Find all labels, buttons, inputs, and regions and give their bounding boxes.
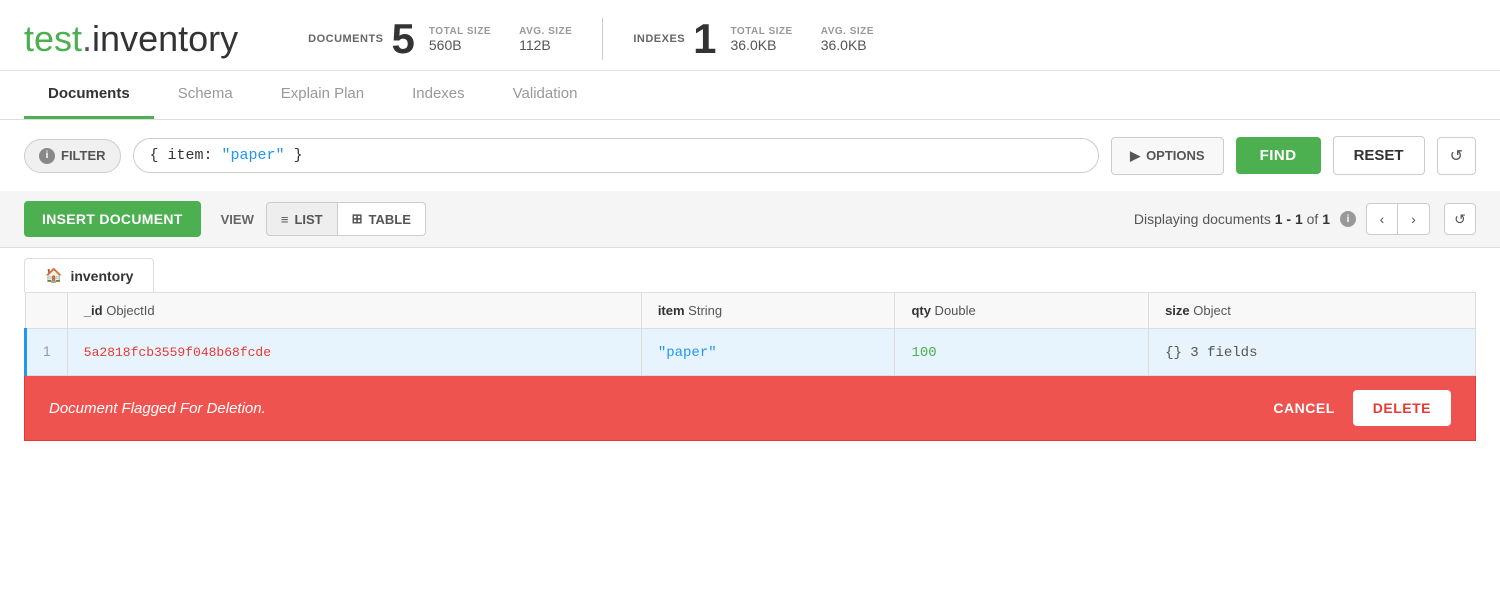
indexes-avg-size-value: 36.0KB — [821, 37, 867, 53]
indexes-total-size-stat: TOTAL SIZE 36.0KB — [730, 26, 792, 53]
indexes-avg-size-label: AVG. SIZE — [821, 26, 874, 37]
cell-size: {} 3 fields — [1149, 329, 1476, 376]
qty-value: 100 — [911, 345, 936, 361]
documents-label: DOCUMENTS — [308, 33, 383, 45]
tab-schema[interactable]: Schema — [154, 71, 257, 119]
stats-group: DOCUMENTS 5 TOTAL SIZE 560B AVG. SIZE 11… — [278, 18, 904, 60]
reload-button[interactable]: ↺ — [1444, 203, 1476, 235]
item-value: "paper" — [658, 345, 717, 361]
indexes-total-size-label: TOTAL SIZE — [730, 26, 792, 37]
confirm-delete-button[interactable]: DELETE — [1353, 390, 1451, 426]
filter-toolbar: i FILTER { item: "paper" } ▶ OPTIONS FIN… — [0, 120, 1500, 191]
list-icon: ≡ — [281, 212, 289, 227]
documents-count: 5 — [392, 18, 415, 60]
prev-page-button[interactable]: ‹ — [1366, 203, 1398, 235]
document-area: 🏠 inventory _id ObjectId item String qty… — [0, 248, 1500, 441]
displaying-text: Displaying documents 1 - 1 of 1 — [1134, 211, 1330, 227]
collection-tab: 🏠 inventory — [24, 258, 154, 292]
action-bar: INSERT DOCUMENT VIEW ≡ LIST ⊞ TABLE Disp… — [0, 191, 1500, 248]
tab-documents[interactable]: Documents — [24, 71, 154, 119]
history-button[interactable]: ↺ — [1437, 137, 1476, 175]
tabs-bar: Documents Schema Explain Plan Indexes Va… — [0, 71, 1500, 120]
cell-id: 5a2818fcb3559f048b68fcde — [67, 329, 641, 376]
table-header-row: _id ObjectId item String qty Double size… — [26, 293, 1476, 329]
pagination-info-icon: i — [1340, 211, 1356, 227]
tab-indexes[interactable]: Indexes — [388, 71, 489, 119]
cancel-delete-button[interactable]: CANCEL — [1255, 392, 1352, 424]
avg-size-label: AVG. SIZE — [519, 26, 572, 37]
documents-sub-pair: TOTAL SIZE 560B AVG. SIZE 112B — [429, 26, 572, 53]
pagination-info: Displaying documents 1 - 1 of 1 i ‹ › ↺ — [1134, 203, 1476, 235]
indexes-sub-pair: TOTAL SIZE 36.0KB AVG. SIZE 36.0KB — [730, 26, 873, 53]
options-label: OPTIONS — [1146, 148, 1205, 163]
find-button[interactable]: FIND — [1236, 137, 1321, 174]
deletion-banner: Document Flagged For Deletion. CANCEL DE… — [24, 376, 1476, 441]
filter-string-value: "paper" — [222, 147, 285, 164]
total-size-label: TOTAL SIZE — [429, 26, 491, 37]
documents-sub-stats: TOTAL SIZE 560B AVG. SIZE 112B — [429, 26, 572, 53]
avg-size-stat: AVG. SIZE 112B — [519, 26, 572, 53]
title-dot: . — [82, 18, 92, 59]
indexes-stat: INDEXES 1 TOTAL SIZE 36.0KB AVG. SIZE 36… — [602, 18, 904, 60]
collection-title: test.inventory — [24, 18, 238, 60]
collection-tab-label: inventory — [70, 268, 133, 284]
filter-bar[interactable]: { item: "paper" } — [133, 138, 1100, 173]
indexes-sub-stats: TOTAL SIZE 36.0KB AVG. SIZE 36.0KB — [730, 26, 873, 53]
filter-info-icon: i — [39, 148, 55, 164]
table-icon: ⊞ — [352, 211, 363, 227]
data-table: _id ObjectId item String qty Double size… — [24, 292, 1476, 376]
header: test.inventory DOCUMENTS 5 TOTAL SIZE 56… — [0, 0, 1500, 71]
filter-brace-close: } — [285, 147, 303, 164]
list-label: LIST — [294, 212, 322, 227]
object-id-value: 5a2818fcb3559f048b68fcde — [84, 345, 271, 360]
cell-qty: 100 — [895, 329, 1149, 376]
list-view-button[interactable]: ≡ LIST — [266, 202, 338, 236]
insert-document-button[interactable]: INSERT DOCUMENT — [24, 201, 201, 237]
col-row-num — [26, 293, 68, 329]
documents-stat: DOCUMENTS 5 TOTAL SIZE 560B AVG. SIZE 11… — [278, 18, 602, 60]
table-label: TABLE — [369, 212, 411, 227]
title-test: test — [24, 18, 82, 59]
options-triangle-icon: ▶ — [1130, 148, 1140, 164]
deletion-message: Document Flagged For Deletion. — [49, 400, 1255, 417]
title-name: inventory — [92, 18, 238, 59]
reset-button[interactable]: RESET — [1333, 136, 1425, 175]
indexes-avg-size-stat: AVG. SIZE 36.0KB — [821, 26, 874, 53]
collection-tab-icon: 🏠 — [45, 267, 62, 284]
filter-label: FILTER — [61, 148, 106, 163]
tab-explain-plan[interactable]: Explain Plan — [257, 71, 388, 119]
table-row[interactable]: 1 5a2818fcb3559f048b68fcde "paper" 100 {… — [26, 329, 1476, 376]
page-nav-group: ‹ › — [1366, 203, 1430, 235]
options-button[interactable]: ▶ OPTIONS — [1111, 137, 1224, 175]
filter-button[interactable]: i FILTER — [24, 139, 121, 173]
size-value: {} 3 fields — [1165, 345, 1257, 361]
indexes-total-size-value: 36.0KB — [730, 37, 776, 53]
view-toggle: ≡ LIST ⊞ TABLE — [266, 202, 426, 236]
filter-brace-open: { item: — [150, 147, 222, 164]
table-view-button[interactable]: ⊞ TABLE — [338, 202, 426, 236]
col-id: _id ObjectId — [67, 293, 641, 329]
cell-item: "paper" — [641, 329, 895, 376]
total-size-stat: TOTAL SIZE 560B — [429, 26, 491, 53]
indexes-label: INDEXES — [633, 33, 685, 45]
avg-size-value: 112B — [519, 37, 551, 53]
total-size-value: 560B — [429, 37, 462, 53]
indexes-count: 1 — [693, 18, 716, 60]
col-qty: qty Double — [895, 293, 1149, 329]
next-page-button[interactable]: › — [1398, 203, 1430, 235]
tab-validation[interactable]: Validation — [489, 71, 602, 119]
col-size: size Object — [1149, 293, 1476, 329]
col-item: item String — [641, 293, 895, 329]
row-number: 1 — [26, 329, 68, 376]
view-label: VIEW — [221, 212, 254, 227]
